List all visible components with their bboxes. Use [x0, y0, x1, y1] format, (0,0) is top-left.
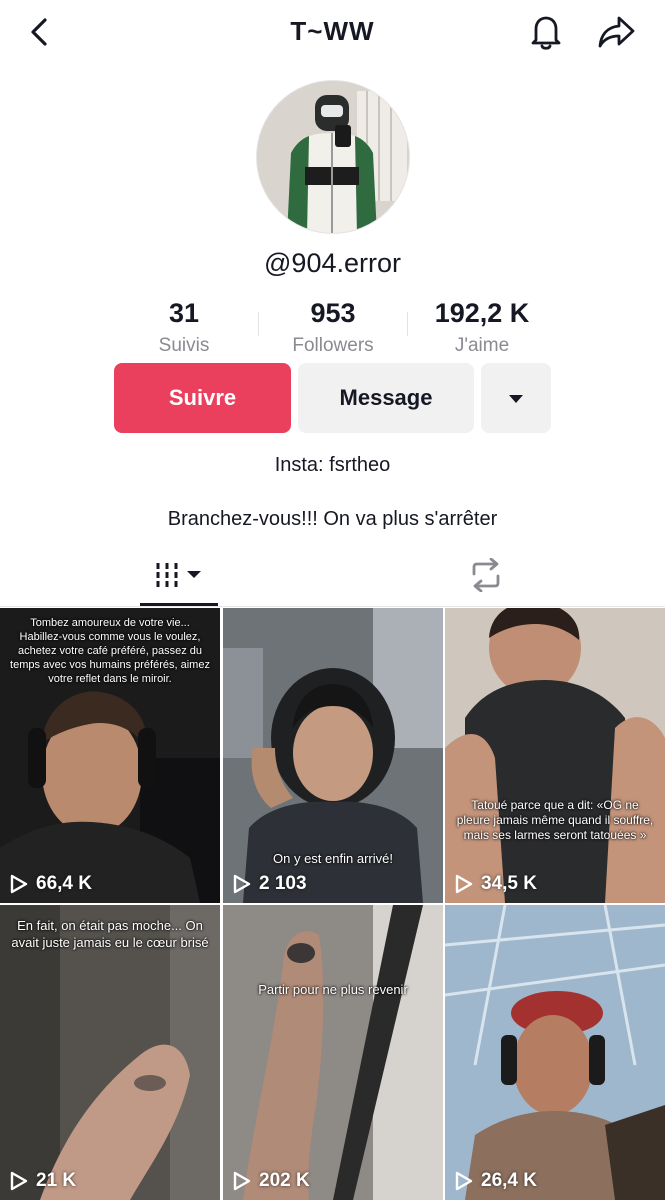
play-icon [455, 1171, 473, 1191]
repost-icon [468, 557, 504, 597]
tab-reposts[interactable] [462, 554, 510, 600]
video-caption: Tatoué parce que a dit: «OG ne pleure ja… [456, 798, 654, 842]
thumbnail-image [445, 608, 665, 903]
stat-likes[interactable]: 192,2 K J'aime [408, 296, 556, 360]
profile-tabs [0, 548, 665, 607]
follow-button[interactable]: Suivre [114, 363, 291, 433]
view-count-text: 26,4 K [481, 1170, 537, 1191]
view-count-text: 34,5 K [481, 873, 537, 894]
avatar[interactable] [256, 80, 410, 234]
play-icon [10, 874, 28, 894]
stat-followers-label: Followers [292, 335, 374, 356]
more-options-button[interactable] [481, 363, 551, 433]
top-bar: T~WW [0, 0, 665, 64]
stat-following-label: Suivis [158, 335, 210, 356]
message-button[interactable]: Message [298, 363, 474, 433]
video-caption: Tombez amoureux de votre vie... Habillez… [10, 617, 210, 685]
video-caption: Partir pour ne plus revenir [258, 982, 408, 997]
stat-following[interactable]: 31 Suivis [110, 296, 258, 360]
play-icon [233, 1171, 251, 1191]
view-count: 2 103 [233, 873, 307, 895]
stat-following-value: 31 [168, 298, 200, 328]
view-count-text: 21 K [36, 1170, 77, 1191]
stat-followers-value: 953 [310, 298, 356, 328]
thumbnail-image [223, 905, 443, 1200]
view-count: 21 K [10, 1170, 76, 1192]
video-thumbnail[interactable]: En fait, on était pas moche... On avait … [0, 905, 220, 1200]
caret-down-icon [508, 385, 524, 411]
play-icon [233, 874, 251, 894]
video-thumbnail[interactable]: Tombez amoureux de votre vie... Habillez… [0, 608, 220, 903]
bio-line: Branchez-vous!!! On va plus s'arrêter [167, 508, 498, 530]
tab-videos[interactable] [140, 548, 218, 606]
video-thumbnail[interactable]: Partir pour ne plus revenir 202 K [223, 905, 443, 1200]
play-icon [455, 874, 473, 894]
video-thumbnail[interactable]: 26,4 K [445, 905, 665, 1200]
video-thumbnail[interactable]: On y est enfin arrivé! 2 103 [223, 608, 443, 903]
stat-followers[interactable]: 953 Followers [259, 296, 407, 360]
divider [0, 606, 665, 607]
view-count-text: 2 103 [259, 873, 307, 894]
view-count-text: 202 K [259, 1170, 310, 1191]
play-icon [10, 1171, 28, 1191]
view-count: 66,4 K [10, 873, 92, 895]
stat-likes-label: J'aime [454, 335, 510, 356]
grid-lines-icon [153, 560, 205, 595]
share-arrow-icon[interactable] [596, 12, 638, 52]
video-caption: En fait, on était pas moche... On avait … [11, 918, 209, 950]
profile-stats: 31 Suivis 953 Followers 192,2 K J'aime [110, 296, 556, 360]
video-thumbnail[interactable]: Tatoué parce que a dit: «OG ne pleure ja… [445, 608, 665, 903]
view-count: 202 K [233, 1170, 310, 1192]
stat-likes-value: 192,2 K [434, 298, 530, 328]
bell-icon[interactable] [526, 12, 566, 52]
bio-line: Insta: fsrtheo [274, 454, 391, 476]
video-caption: On y est enfin arrivé! [273, 851, 393, 866]
view-count-text: 66,4 K [36, 873, 92, 894]
video-grid: Tombez amoureux de votre vie... Habillez… [0, 608, 665, 1200]
thumbnail-image [445, 905, 665, 1200]
view-count: 26,4 K [455, 1170, 537, 1192]
view-count: 34,5 K [455, 873, 537, 895]
username: @904.error [264, 248, 401, 278]
